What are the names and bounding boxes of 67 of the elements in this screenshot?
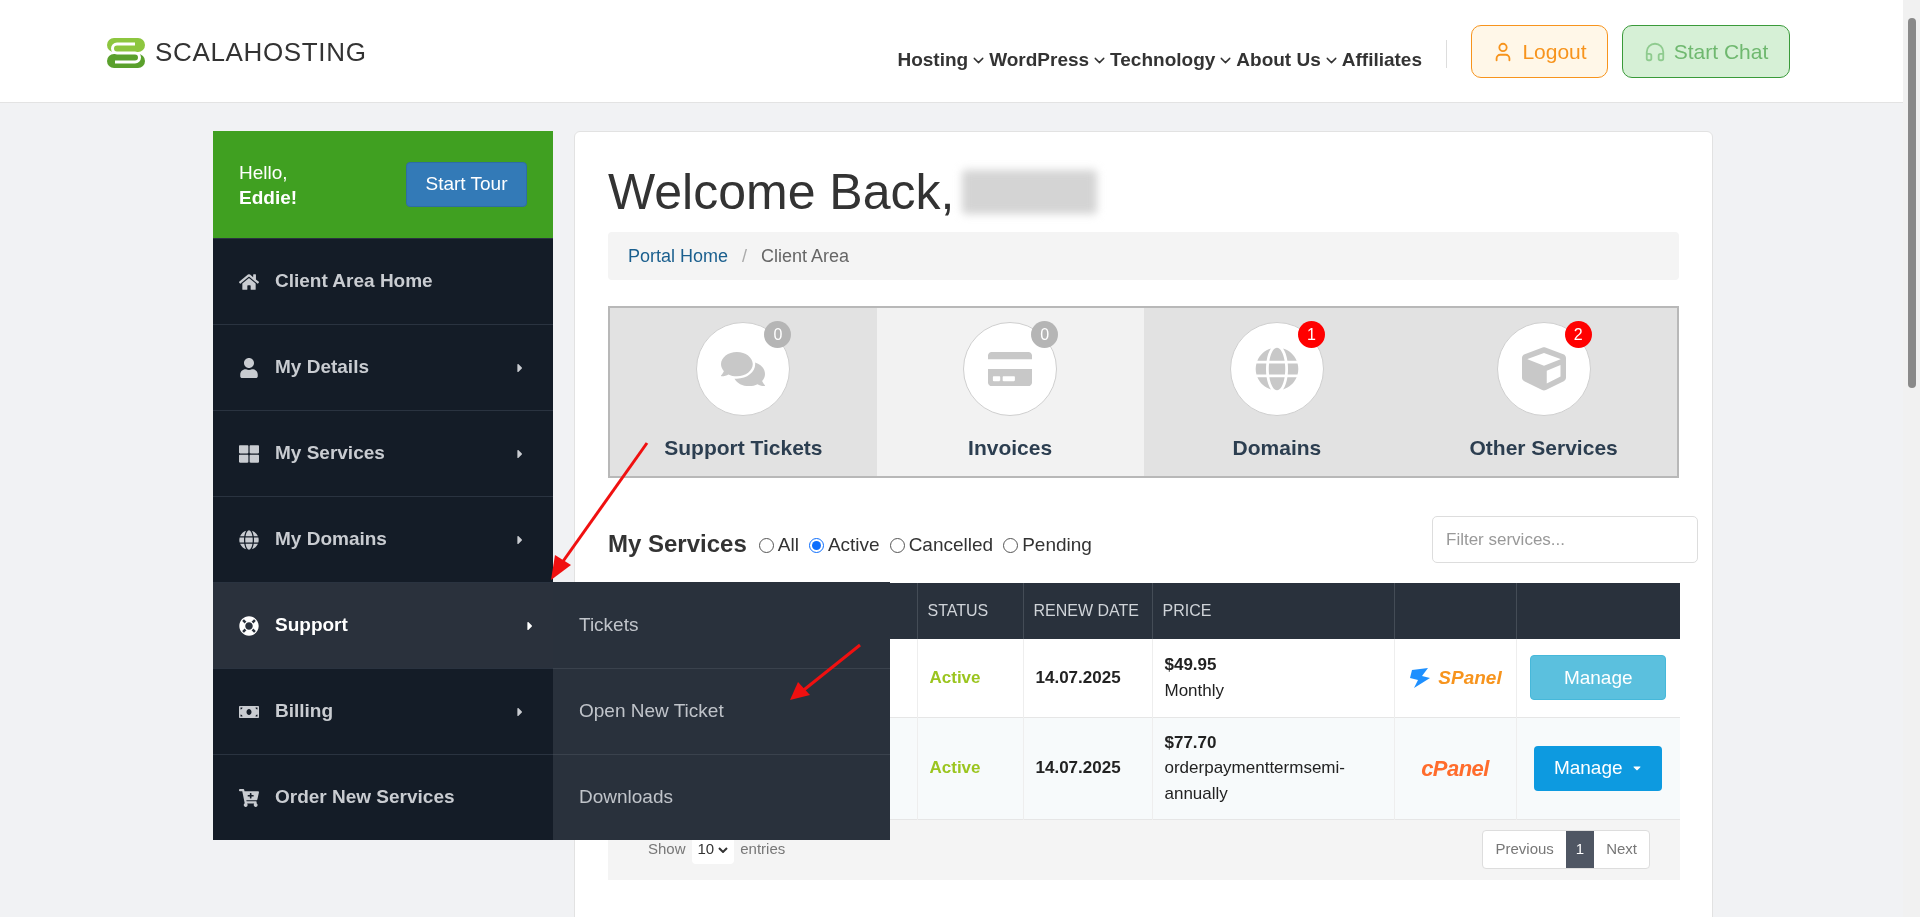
headset-icon (1643, 40, 1666, 63)
section-title: My Services (608, 528, 747, 559)
page-button[interactable]: 1 (1565, 831, 1595, 868)
breadcrumb-link[interactable]: Portal Home (628, 242, 729, 270)
billing-term: Monthly (1164, 679, 1226, 702)
stat-tile[interactable]: 0 Invoices (876, 308, 1144, 476)
sidebar-item[interactable]: My Services (213, 410, 553, 496)
globe-icon (239, 529, 259, 550)
grid-icon (239, 443, 259, 464)
page-title: Welcome Back, (608, 163, 955, 222)
greeting-text: Hello, (239, 160, 289, 185)
nav-link[interactable]: Affiliates (1341, 46, 1422, 75)
radio-label: All (777, 533, 799, 558)
sidebar-item[interactable]: Billing (213, 668, 553, 754)
date-cell: 14.07.2025 (1023, 717, 1152, 819)
stat-tile[interactable]: 0 Support Tickets (610, 308, 877, 476)
tile-label: Invoices (968, 435, 1053, 461)
stat-tile[interactable]: 2 Other Services (1410, 308, 1677, 476)
start-tour-button[interactable]: Start Tour (406, 162, 527, 207)
count-badge: 0 (1031, 321, 1059, 348)
nav-link[interactable]: Hosting (897, 46, 969, 75)
billing-term: orderpaymenttermsemi-annually (1164, 757, 1346, 805)
filter-field[interactable]: Filter services... (1432, 516, 1698, 563)
breadcrumb-separator: / (742, 244, 748, 268)
radio-label: Cancelled (908, 533, 994, 558)
previous-button[interactable]: Previous (1483, 831, 1566, 868)
breadcrumb-current: Client Area (761, 244, 850, 268)
price-text: $77.70 (1164, 731, 1218, 754)
count-badge: 2 (1564, 321, 1592, 348)
scrollbar-thumb[interactable] (1907, 18, 1916, 388)
sidebar-item[interactable]: Client Area Home (213, 238, 553, 324)
annotation-arrow (790, 643, 861, 700)
submenu-item[interactable]: Tickets (553, 582, 890, 668)
date-cell: 14.07.2025 (1023, 639, 1152, 717)
nav-link[interactable]: Technology (1110, 46, 1216, 75)
spanel-logo: SPanel (1408, 663, 1502, 692)
count-badge: 1 (1297, 321, 1325, 348)
status-cell: Active (917, 639, 1023, 717)
entries-label: entries (740, 839, 786, 860)
sidebar-item[interactable]: My Domains (213, 496, 553, 582)
user-name: Eddie! (239, 185, 298, 210)
show-label: Show (648, 839, 686, 860)
cart-icon (239, 787, 259, 808)
home-icon (239, 271, 259, 292)
price-text: $49.95 (1164, 654, 1218, 677)
user-icon (239, 357, 259, 378)
box-icon (1521, 347, 1566, 391)
tile-label: Domains (1232, 435, 1322, 461)
life-ring-icon (239, 615, 259, 636)
sidebar-item[interactable]: My Details (213, 324, 553, 410)
status-cell: Active (917, 717, 1023, 819)
cpanel-logo: cPanel (1421, 754, 1489, 783)
brand-name: SCALAHOSTING (155, 36, 367, 69)
sidebar-item[interactable]: Support (213, 582, 553, 668)
radio-label: Active (827, 533, 880, 558)
logo-icon (105, 35, 147, 70)
tile-label: Other Services (1469, 435, 1618, 461)
stat-tile[interactable]: 1 Domains (1143, 308, 1411, 476)
tile-label: Support Tickets (664, 435, 823, 461)
count-badge: 0 (764, 321, 792, 348)
chevron-down-icon (718, 846, 729, 853)
next-button[interactable]: Next (1594, 831, 1649, 868)
sidebar-item[interactable]: Order New Services (213, 754, 553, 840)
nav-link[interactable]: WordPress (989, 46, 1090, 75)
globe-icon (1254, 347, 1299, 391)
nav-link[interactable]: About Us (1236, 46, 1321, 75)
radio-label: Pending (1022, 533, 1092, 558)
